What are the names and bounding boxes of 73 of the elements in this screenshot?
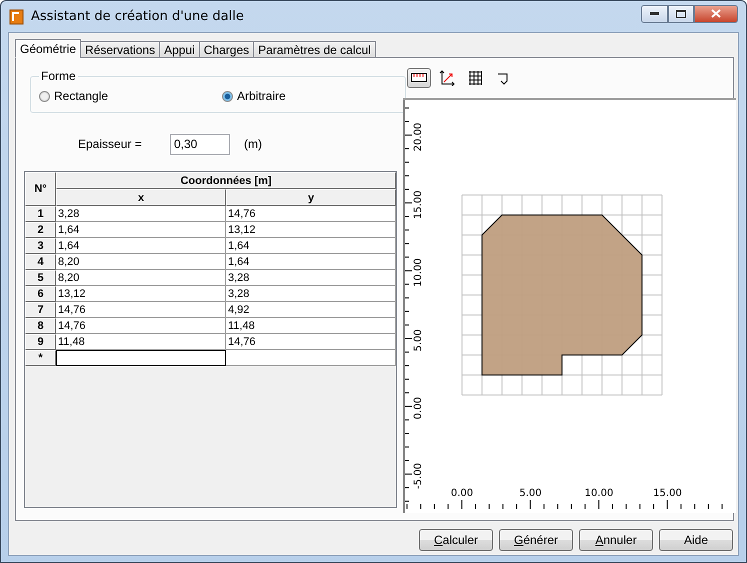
axis-label: 10.00 bbox=[413, 258, 424, 287]
table-cell: 4,92 bbox=[226, 302, 396, 318]
tool-button[interactable] bbox=[407, 68, 431, 88]
table-cell: 1,64 bbox=[226, 238, 396, 254]
minimize-icon bbox=[650, 12, 659, 16]
column-header: Coordonnées [m] bbox=[56, 172, 396, 189]
tab[interactable]: Appui bbox=[159, 41, 200, 58]
table-cell: 1,64 bbox=[56, 238, 226, 254]
minimize-button[interactable] bbox=[641, 4, 668, 22]
radio-button[interactable] bbox=[222, 90, 233, 102]
axes-icon bbox=[439, 70, 455, 86]
field-label: Epaisseur = bbox=[78, 137, 143, 151]
table-cell: 1,64 bbox=[56, 222, 226, 238]
axis-label: 5.00 bbox=[413, 329, 424, 352]
tab[interactable]: Charges bbox=[198, 41, 254, 58]
table-cell: 11,48 bbox=[226, 318, 396, 334]
axis-label: -5.00 bbox=[413, 463, 424, 489]
table-cell: 3,28 bbox=[226, 270, 396, 286]
table-cell: 13,12 bbox=[56, 286, 226, 302]
row-header: 9 bbox=[25, 334, 56, 350]
table-cell: 14,76 bbox=[226, 206, 396, 222]
radio-label[interactable]: Arbitraire bbox=[237, 89, 286, 103]
table-cell: 1,64 bbox=[226, 254, 396, 270]
table-cell: 8,20 bbox=[56, 270, 226, 286]
table-cell: 8,20 bbox=[56, 254, 226, 270]
column-header: x bbox=[56, 189, 226, 206]
corner-icon bbox=[497, 71, 509, 85]
table-cell: 13,12 bbox=[226, 222, 396, 238]
thickness-field[interactable]: 0,30 bbox=[170, 134, 230, 154]
row-header: 7 bbox=[25, 302, 56, 318]
column-header: y bbox=[226, 189, 396, 206]
row-header: 4 bbox=[25, 254, 56, 270]
grid-icon bbox=[468, 71, 482, 85]
axis-label: 15.00 bbox=[413, 190, 424, 220]
radio-button[interactable] bbox=[39, 90, 50, 102]
row-header: * bbox=[25, 350, 56, 366]
row-header: 1 bbox=[25, 206, 56, 222]
column-header: N° bbox=[25, 172, 56, 206]
app-icon bbox=[9, 8, 25, 24]
axis-label: 15.00 bbox=[653, 488, 682, 499]
window-title: Assistant de création d'une dalle bbox=[31, 9, 245, 24]
ruler-icon bbox=[411, 73, 427, 83]
unit-label: (m) bbox=[244, 137, 262, 151]
axis-label: 0.00 bbox=[413, 397, 424, 420]
tab[interactable]: Géométrie bbox=[15, 39, 82, 58]
dialog-button[interactable]: Calculer bbox=[419, 529, 493, 551]
tab[interactable]: Réservations bbox=[80, 41, 160, 58]
group-label: Forme bbox=[40, 69, 77, 83]
axis-label: 10.00 bbox=[584, 488, 614, 499]
table-cell: 3,28 bbox=[56, 206, 226, 222]
close-icon bbox=[711, 9, 721, 18]
maximize-button[interactable] bbox=[668, 4, 694, 22]
row-header: 6 bbox=[25, 286, 56, 302]
axis-label: 20.00 bbox=[413, 122, 424, 152]
maximize-icon bbox=[676, 10, 686, 18]
row-header: 8 bbox=[25, 318, 56, 334]
dialog-button[interactable]: Aide bbox=[659, 529, 733, 551]
table-cell: 14,76 bbox=[56, 302, 226, 318]
row-header: 5 bbox=[25, 270, 56, 286]
table-cell: 11,48 bbox=[56, 334, 226, 350]
table-cell: 14,76 bbox=[226, 334, 396, 350]
axis-label: 0.00 bbox=[450, 488, 474, 499]
tab[interactable]: Paramètres de calcul bbox=[253, 41, 376, 58]
table-cell: 3,28 bbox=[226, 286, 396, 302]
close-button[interactable] bbox=[694, 4, 738, 22]
dialog-button[interactable]: Annuler bbox=[579, 529, 653, 551]
dialog-button[interactable]: Générer bbox=[499, 529, 573, 551]
row-header: 3 bbox=[25, 238, 56, 254]
axis-label: 5.00 bbox=[519, 488, 542, 499]
table-cell: 14,76 bbox=[56, 318, 226, 334]
input-field[interactable] bbox=[56, 350, 226, 366]
row-header: 2 bbox=[25, 222, 56, 238]
radio-label[interactable]: Rectangle bbox=[54, 89, 108, 103]
